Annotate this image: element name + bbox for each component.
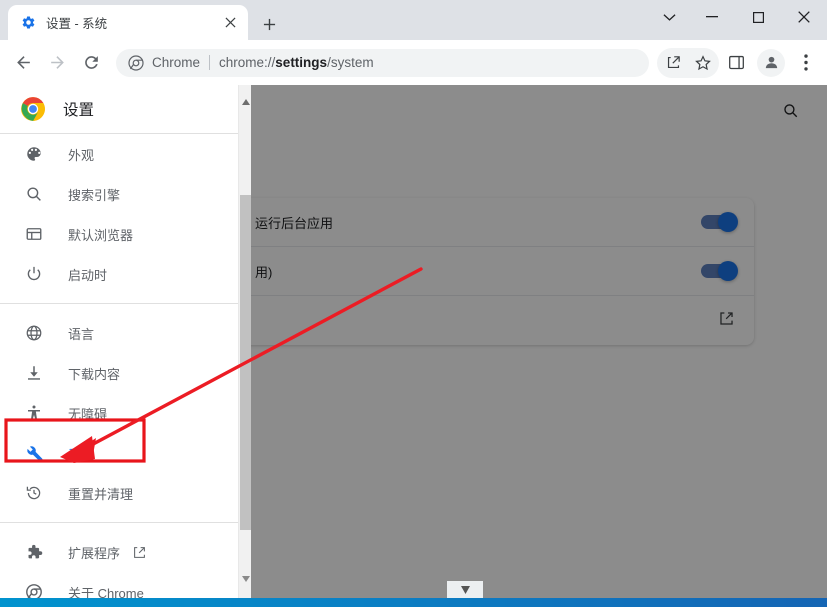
sidebar-group-1: 外观 搜索引擎 — [0, 134, 238, 294]
download-icon — [24, 363, 44, 383]
toggle-hardware-accel[interactable] — [701, 264, 735, 278]
chrome-logo — [20, 96, 46, 122]
row-label: 用) — [255, 262, 701, 281]
sidebar-item-languages[interactable]: 语言 — [0, 313, 238, 353]
toggle-knob — [718, 261, 738, 281]
settings-row-proxy[interactable] — [251, 296, 754, 345]
tab-strip: 设置 - 系统 — [0, 0, 827, 40]
browser-tab[interactable]: 设置 - 系统 — [8, 5, 248, 40]
toggle-knob — [718, 212, 738, 232]
sidebar-item-accessibility[interactable]: 无障碍 — [0, 393, 238, 433]
sidebar-group-2: 语言 下载内容 — [0, 313, 238, 513]
taskbar-overflow-button[interactable] — [447, 581, 483, 598]
settings-header: 设置 — [0, 85, 238, 133]
settings-main-content: 运行后台应用 用) — [251, 85, 827, 598]
chevron-down-icon[interactable] — [649, 0, 689, 34]
url-suffix: /system — [327, 55, 374, 70]
settings-search-icon[interactable] — [776, 96, 804, 124]
sidebar-item-reset-cleanup[interactable]: 重置并清理 — [0, 473, 238, 513]
accessibility-icon — [24, 403, 44, 423]
spacer — [0, 304, 238, 313]
new-tab-button[interactable] — [255, 10, 283, 38]
close-window-icon[interactable] — [781, 0, 827, 34]
omnibox-divider — [209, 55, 210, 70]
omnibox-site-label: Chrome — [152, 55, 200, 70]
power-icon — [24, 264, 44, 284]
profile-avatar-icon[interactable] — [757, 49, 785, 77]
row-label: 运行后台应用 — [255, 213, 701, 232]
maximize-icon[interactable] — [735, 0, 781, 34]
sidebar-item-about-chrome[interactable]: 关于 Chrome — [0, 572, 238, 598]
browser-window: 设置 - 系统 — [0, 0, 827, 607]
restore-icon — [24, 483, 44, 503]
sidebar-item-label: 默认浏览器 — [68, 225, 133, 244]
spacer — [0, 294, 238, 303]
scrollbar-thumb[interactable] — [240, 195, 251, 530]
settings-row-hardware-accel[interactable]: 用) — [251, 247, 754, 296]
gear-icon — [20, 15, 36, 31]
sidebar-item-on-startup[interactable]: 启动时 — [0, 254, 238, 294]
share-icon[interactable] — [658, 48, 688, 78]
settings-page: 设置 外观 — [0, 85, 827, 598]
spacer — [0, 513, 238, 522]
wrench-icon — [24, 443, 44, 463]
desktop-wallpaper-strip — [0, 598, 827, 607]
tab-title: 设置 - 系统 — [46, 13, 218, 32]
sidebar-item-default-browser[interactable]: 默认浏览器 — [0, 214, 238, 254]
sidebar-item-label: 扩展程序 — [68, 543, 120, 562]
toolbar-actions — [657, 48, 821, 78]
sidebar-item-label: 关于 Chrome — [68, 583, 144, 599]
back-arrow-icon[interactable] — [8, 48, 38, 78]
url-prefix: chrome:// — [219, 55, 275, 70]
window-controls — [649, 0, 827, 34]
omnibox-action-pill — [657, 48, 719, 78]
sidebar-item-downloads[interactable]: 下载内容 — [0, 353, 238, 393]
settings-row-background-apps[interactable]: 运行后台应用 — [251, 198, 754, 247]
sidebar-item-label: 外观 — [68, 145, 94, 164]
puzzle-icon — [24, 542, 44, 562]
side-panel-icon[interactable] — [721, 48, 751, 78]
close-icon[interactable] — [218, 11, 242, 35]
navigation-buttons — [8, 48, 106, 78]
spacer — [0, 523, 238, 532]
sidebar-item-label: 下载内容 — [68, 364, 120, 383]
sidebar-item-label: 语言 — [68, 324, 94, 343]
chrome-icon — [128, 55, 144, 71]
address-bar[interactable]: Chrome chrome://settings/system — [116, 49, 649, 77]
toggle-background-apps[interactable] — [701, 215, 735, 229]
sidebar-item-appearance[interactable]: 外观 — [0, 134, 238, 174]
palette-icon — [24, 144, 44, 164]
settings-title: 设置 — [63, 98, 94, 120]
sidebar-item-search-engine[interactable]: 搜索引擎 — [0, 174, 238, 214]
globe-icon — [24, 323, 44, 343]
reload-icon[interactable] — [76, 48, 106, 78]
omnibox-url: chrome://settings/system — [219, 55, 374, 70]
sidebar-item-label: 系统 — [68, 444, 94, 463]
search-icon — [24, 184, 44, 204]
star-icon[interactable] — [688, 48, 718, 78]
settings-card: 运行后台应用 用) — [251, 198, 754, 345]
sidebar-item-label: 无障碍 — [68, 404, 107, 423]
sidebar-item-label: 启动时 — [68, 265, 107, 284]
sidebar-item-system[interactable]: 系统 — [0, 433, 238, 473]
sidebar-item-extensions[interactable]: 扩展程序 — [0, 532, 238, 572]
forward-arrow-icon[interactable] — [42, 48, 72, 78]
chrome-outline-icon — [24, 582, 44, 598]
browser-window-icon — [24, 224, 44, 244]
url-bold-segment: settings — [275, 55, 327, 70]
sidebar-item-label: 重置并清理 — [68, 484, 133, 503]
sidebar-group-3: 扩展程序 — [0, 532, 238, 598]
external-link-icon — [132, 545, 147, 560]
browser-toolbar: Chrome chrome://settings/system — [0, 40, 827, 85]
settings-sidebar: 设置 外观 — [0, 85, 238, 598]
minimize-icon[interactable] — [689, 0, 735, 34]
sidebar-scrollbar[interactable] — [238, 85, 251, 598]
sidebar-item-label: 搜索引擎 — [68, 185, 120, 204]
external-link-icon[interactable] — [718, 310, 735, 332]
three-dot-menu-icon[interactable] — [791, 48, 821, 78]
